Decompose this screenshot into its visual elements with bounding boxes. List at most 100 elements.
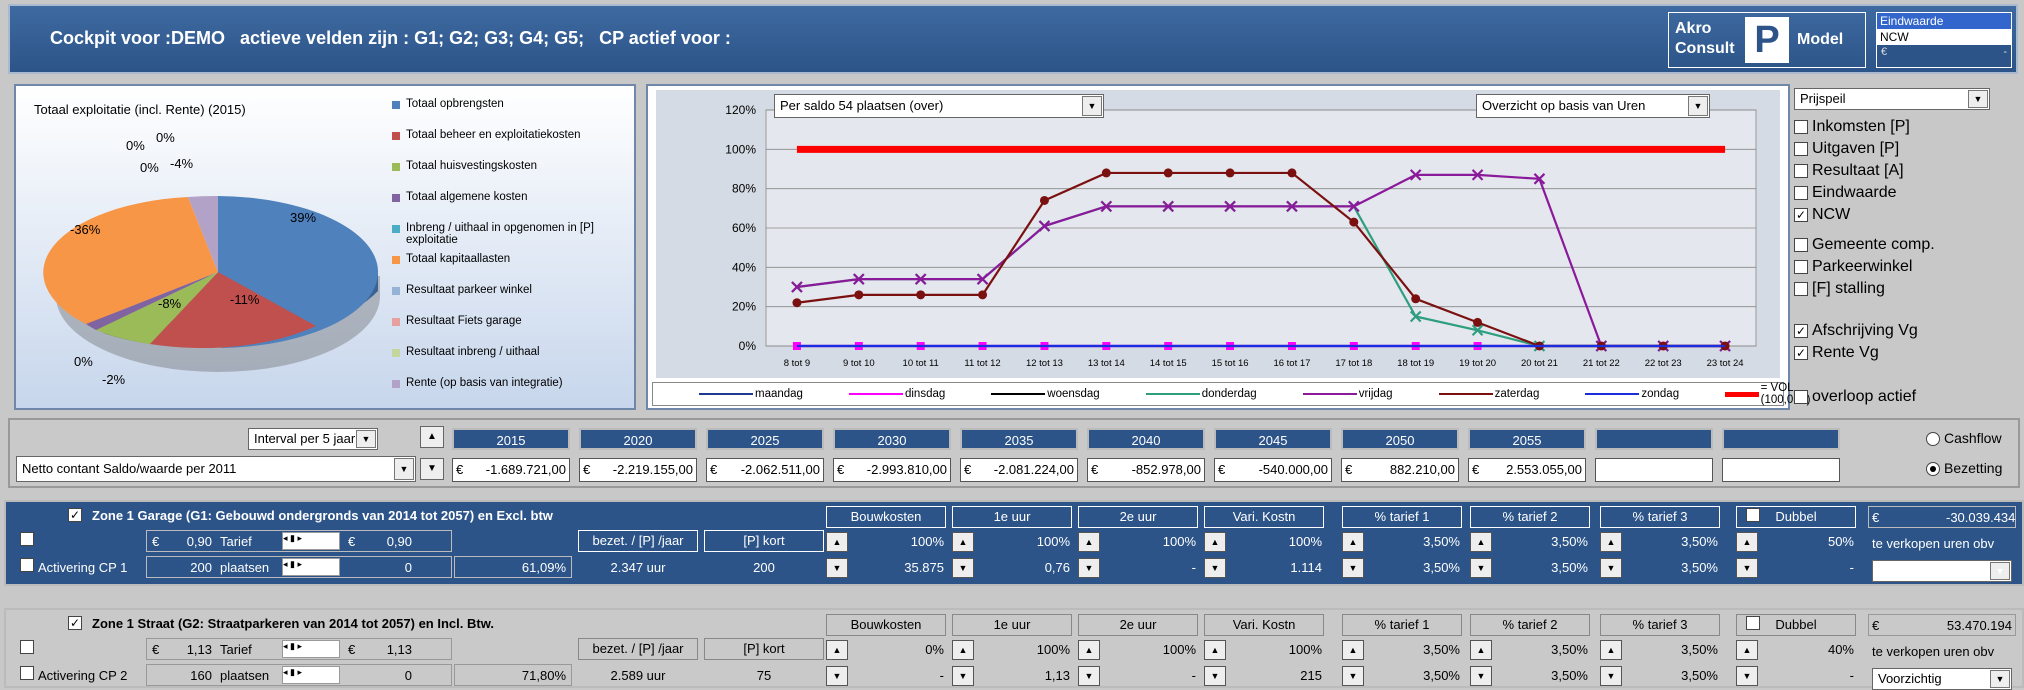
checkbox-icon[interactable]: [1794, 282, 1808, 296]
checkbox-icon[interactable]: [1794, 120, 1808, 134]
chevron-down-icon[interactable]: ▼: [1968, 90, 1988, 108]
prijspeil-dropdown[interactable]: Prijspeil ▼: [1794, 88, 1990, 110]
decrement-button[interactable]: ▼: [1078, 558, 1100, 578]
decrement-button[interactable]: ▼: [1342, 666, 1364, 686]
zone-checkbox-checked-icon[interactable]: ✓: [68, 508, 82, 522]
chevron-down-icon[interactable]: ▼: [394, 458, 414, 480]
checkbox-icon[interactable]: [1794, 164, 1808, 178]
option-checkbox[interactable]: Eindwaarde: [1794, 182, 1910, 204]
plaatsen-slider[interactable]: ◂ ▮ ▸: [282, 558, 340, 576]
activering-checkbox-icon[interactable]: [20, 558, 34, 572]
zone-enable-checkbox-icon[interactable]: [20, 532, 34, 546]
decrement-button[interactable]: ▼: [1204, 558, 1226, 578]
option-checkbox[interactable]: ✓ NCW: [1794, 204, 1910, 226]
listbox-item-eindwaarde[interactable]: Eindwaarde: [1877, 13, 2011, 29]
checkbox-icon[interactable]: [1794, 186, 1808, 200]
increment-button[interactable]: ▲: [826, 532, 848, 552]
option-label: Gemeente comp.: [1812, 236, 1935, 253]
option-checkbox[interactable]: Uitgaven [P]: [1794, 138, 1910, 160]
chevron-down-icon[interactable]: ▼: [1688, 96, 1708, 116]
decrement-button[interactable]: ▼: [952, 558, 974, 578]
increment-button[interactable]: ▲: [1470, 532, 1492, 552]
checkbox-icon[interactable]: [1794, 260, 1808, 274]
overloop-checkbox[interactable]: overloop actief: [1794, 386, 1916, 408]
chevron-down-icon[interactable]: ▼: [1082, 96, 1102, 116]
increment-button[interactable]: ▲: [1600, 640, 1622, 660]
tarief-slider[interactable]: ◂ ▮ ▸: [282, 532, 340, 550]
decrement-button[interactable]: ▼: [1600, 558, 1622, 578]
increment-button[interactable]: ▲: [1342, 532, 1364, 552]
logo-model: Model: [1797, 31, 1844, 48]
decrement-button[interactable]: ▼: [1342, 558, 1364, 578]
option-checkbox[interactable]: Inkomsten [P]: [1794, 116, 1910, 138]
scroll-up-button[interactable]: ▲: [420, 426, 444, 448]
voorzichtig-dropdown[interactable]: Voorzichtig ▼: [1872, 560, 2012, 582]
zone-checkbox-checked-icon[interactable]: ✓: [68, 616, 82, 630]
zone-row1-value: 3,50%: [1551, 642, 1588, 657]
plaatsen-value-2: 0: [404, 668, 412, 683]
chevron-down-icon[interactable]: ▼: [356, 430, 376, 448]
plaatsen-slider[interactable]: ◂ ▮ ▸: [282, 666, 340, 684]
model-listbox[interactable]: Eindwaarde NCW € -: [1876, 12, 2012, 68]
increment-button[interactable]: ▲: [826, 640, 848, 660]
logo-letter: P: [1745, 17, 1789, 63]
option-checkbox[interactable]: Gemeente comp.: [1794, 234, 1935, 256]
increment-button[interactable]: ▲: [952, 532, 974, 552]
pie-label-11: -11%: [230, 292, 260, 307]
dubbel-checkbox-icon[interactable]: [1746, 616, 1760, 630]
increment-button[interactable]: ▲: [1078, 640, 1100, 660]
zone-row2-value: 3,50%: [1681, 668, 1718, 683]
decrement-button[interactable]: ▼: [1078, 666, 1100, 686]
increment-button[interactable]: ▲: [1342, 640, 1364, 660]
checkbox-icon[interactable]: [1794, 238, 1808, 252]
decrement-button[interactable]: ▼: [1470, 558, 1492, 578]
increment-button[interactable]: ▲: [1078, 532, 1100, 552]
listbox-item-ncw[interactable]: NCW: [1877, 29, 2011, 45]
increment-button[interactable]: ▲: [952, 640, 974, 660]
option-checkbox[interactable]: Resultaat [A]: [1794, 160, 1910, 182]
option-checkbox[interactable]: ✓ Afschrijving Vg: [1794, 320, 1918, 342]
increment-button[interactable]: ▲: [1204, 640, 1226, 660]
increment-button[interactable]: ▲: [1736, 640, 1758, 660]
netto-dropdown[interactable]: Netto contant Saldo/waarde per 2011 ▼: [16, 456, 416, 482]
increment-button[interactable]: ▲: [1204, 532, 1226, 552]
cashflow-radio[interactable]: Cashflow: [1926, 430, 2002, 447]
year-value: -540.000,00: [1258, 462, 1328, 477]
voorzichtig-dropdown[interactable]: Voorzichtig ▼: [1872, 668, 2012, 690]
interval-dropdown[interactable]: Interval per 5 jaar ▼: [248, 428, 378, 450]
decrement-button[interactable]: ▼: [826, 558, 848, 578]
zone-enable-checkbox-icon[interactable]: [20, 640, 34, 654]
radio-icon[interactable]: [1926, 432, 1940, 447]
checkbox-checked-icon[interactable]: ✓: [1794, 324, 1808, 338]
decrement-button[interactable]: ▼: [826, 666, 848, 686]
chevron-down-icon[interactable]: ▼: [1990, 670, 2010, 688]
decrement-button[interactable]: ▼: [1204, 666, 1226, 686]
increment-button[interactable]: ▲: [1600, 532, 1622, 552]
decrement-button[interactable]: ▼: [952, 666, 974, 686]
activering-checkbox-icon[interactable]: [20, 666, 34, 680]
chart-legend-item: donderdag: [1145, 388, 1257, 400]
radio-selected-icon[interactable]: [1926, 462, 1940, 477]
checkbox-icon[interactable]: [1794, 390, 1808, 404]
decrement-button[interactable]: ▼: [1736, 666, 1758, 686]
decrement-button[interactable]: ▼: [1600, 666, 1622, 686]
checkbox-icon[interactable]: [1794, 142, 1808, 156]
increment-button[interactable]: ▲: [1736, 532, 1758, 552]
chevron-down-icon[interactable]: ▼: [1990, 562, 2010, 580]
decrement-button[interactable]: ▼: [1470, 666, 1492, 686]
listbox-footer-currency: €: [1881, 46, 1888, 58]
checkbox-checked-icon[interactable]: ✓: [1794, 208, 1808, 222]
option-checkbox[interactable]: Parkeerwinkel: [1794, 256, 1935, 278]
tarief-slider[interactable]: ◂ ▮ ▸: [282, 640, 340, 658]
checkbox-checked-icon[interactable]: ✓: [1794, 346, 1808, 360]
saldo-dropdown[interactable]: Per saldo 54 plaatsen (over) ▼: [774, 94, 1104, 118]
overzicht-dropdown[interactable]: Overzicht op basis van Uren ▼: [1476, 94, 1710, 118]
bezetting-radio[interactable]: Bezetting: [1926, 460, 2002, 477]
option-checkbox[interactable]: ✓ Rente Vg: [1794, 342, 1918, 364]
decrement-button[interactable]: ▼: [1736, 558, 1758, 578]
option-checkbox[interactable]: [F] stalling: [1794, 278, 1935, 300]
dubbel-checkbox-icon[interactable]: [1746, 508, 1760, 522]
scroll-down-button[interactable]: ▼: [420, 458, 444, 480]
increment-button[interactable]: ▲: [1470, 640, 1492, 660]
legend-line: [1725, 391, 1759, 397]
